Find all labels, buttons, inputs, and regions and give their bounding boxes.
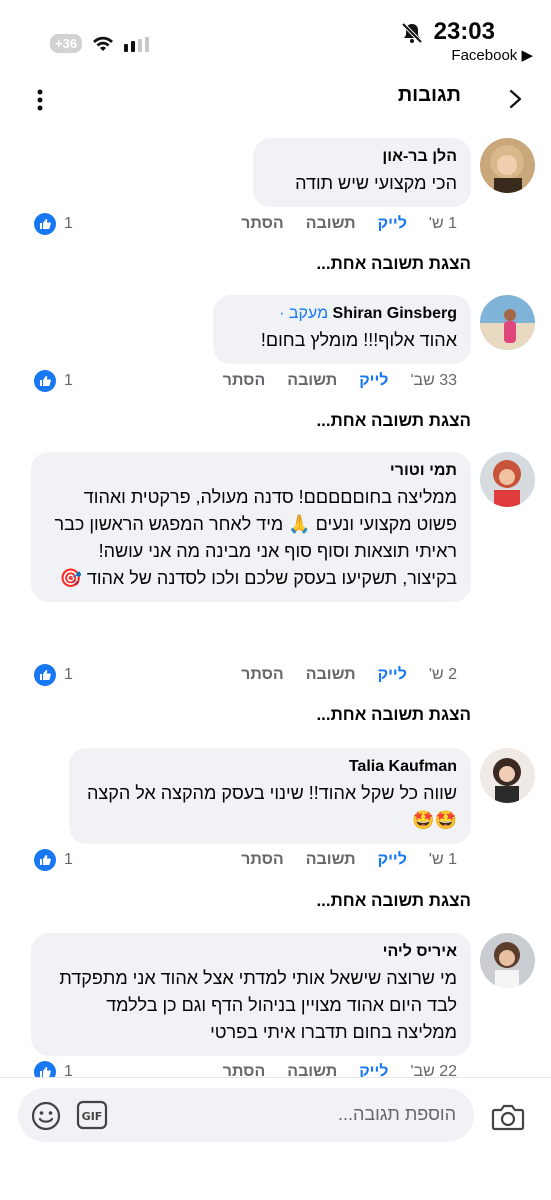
avatar[interactable] — [480, 452, 535, 507]
comment-bubble[interactable]: תמי וטורי ממליצה בחוםםםםם! סדנה מעולה, פ… — [31, 452, 471, 602]
reply-button[interactable]: תשובה — [287, 372, 337, 390]
comment-author[interactable]: הלן בר-און — [267, 147, 457, 167]
battery-indicator: +36 — [50, 34, 83, 53]
comment-author[interactable]: Shiran Ginsberg מעקב · — [227, 304, 457, 324]
reply-button[interactable]: תשובה — [306, 215, 356, 233]
comment-author[interactable]: Talia Kaufman — [83, 757, 457, 777]
avatar[interactable] — [480, 748, 535, 803]
comment-bubble[interactable]: Talia Kaufman שווה כל שקל אהוד!! שינוי ב… — [69, 748, 471, 844]
reaction-count[interactable]: 1 — [34, 213, 73, 235]
comment-actions: 22 שב' לייק תשובה הסתר — [201, 1063, 471, 1078]
like-reaction-icon — [34, 213, 56, 235]
view-replies-link[interactable]: הצגת תשובה אחת... — [316, 891, 471, 911]
status-bar: +36 23:03 Facebook ▶ — [0, 0, 551, 70]
reply-button[interactable]: תשובה — [306, 666, 356, 684]
like-count: 1 — [64, 372, 73, 389]
reaction-count[interactable]: 1 — [34, 1061, 73, 1078]
comment-text: שווה כל שקל אהוד!! שינוי בעסק מהקצה אל ה… — [81, 783, 457, 830]
comment-actions: 1 ש' לייק תשובה הסתר — [219, 851, 471, 869]
like-button[interactable]: לייק — [378, 666, 407, 684]
svg-text:GIF: GIF — [82, 1110, 103, 1123]
clock: 23:03 — [433, 18, 495, 45]
reaction-count[interactable]: 1 — [34, 370, 73, 392]
like-reaction-icon — [34, 1061, 56, 1078]
camera-icon[interactable] — [491, 1102, 525, 1132]
like-button[interactable]: לייק — [359, 1063, 388, 1078]
comment-age: 2 ש' — [428, 666, 457, 683]
hide-button[interactable]: הסתר — [241, 851, 284, 869]
comments-list[interactable]: הלן בר-און הכי מקצועי שיש תודה 1 ש' לייק… — [0, 122, 551, 1078]
avatar[interactable] — [480, 295, 535, 350]
more-options-icon[interactable] — [34, 88, 46, 112]
like-button[interactable]: לייק — [378, 215, 407, 233]
like-count: 1 — [64, 666, 73, 683]
view-replies-link[interactable]: הצגת תשובה אחת... — [316, 411, 471, 431]
comment-author[interactable]: איריס ליהי — [45, 942, 457, 962]
like-button[interactable]: לייק — [378, 851, 407, 869]
like-reaction-icon — [34, 664, 56, 686]
like-reaction-icon — [34, 370, 56, 392]
gif-icon[interactable]: GIF — [76, 1100, 108, 1130]
comment-bubble[interactable]: איריס ליהי מי שרוצה שישאל אותי למדתי אצל… — [31, 933, 471, 1056]
like-reaction-icon — [34, 849, 56, 871]
comment-age: 33 שב' — [410, 372, 457, 389]
comment-actions: 33 שב' לייק תשובה הסתר — [201, 372, 471, 390]
comment-input[interactable]: הוספת תגובה... GIF — [18, 1088, 474, 1142]
like-count: 1 — [64, 215, 73, 232]
mute-bell-icon — [401, 22, 423, 44]
comment-age: 1 ש' — [428, 851, 457, 868]
reaction-count[interactable]: 1 — [34, 849, 73, 871]
status-icons: +36 — [50, 34, 150, 53]
comment-text: הכי מקצועי שיש תודה — [295, 173, 457, 193]
avatar[interactable] — [480, 138, 535, 193]
comment-text: מי שרוצה שישאל אותי למדתי אצל אהוד אני מ… — [54, 968, 457, 1042]
emoji-icon[interactable] — [30, 1100, 62, 1132]
hide-button[interactable]: הסתר — [223, 372, 266, 390]
comment-text: אהוד אלוף!!! מומלץ בחום! — [260, 330, 457, 350]
comment-age: 1 ש' — [428, 215, 457, 232]
reply-button[interactable]: תשובה — [287, 1063, 337, 1078]
back-chevron-icon[interactable] — [503, 88, 525, 110]
hide-button[interactable]: הסתר — [241, 666, 284, 684]
follow-badge[interactable]: מעקב · — [279, 305, 328, 322]
like-count: 1 — [64, 851, 73, 868]
comment-actions: 2 ש' לייק תשובה הסתר — [219, 666, 471, 684]
header: תגובות — [0, 74, 551, 122]
comment-bubble[interactable]: Shiran Ginsberg מעקב · אהוד אלוף!!! מומל… — [213, 295, 471, 364]
avatar[interactable] — [480, 933, 535, 988]
comment-bubble[interactable]: הלן בר-און הכי מקצועי שיש תודה — [253, 138, 471, 207]
comment-composer: הוספת תגובה... GIF — [0, 1077, 551, 1200]
wifi-icon — [93, 36, 114, 51]
comment-actions: 1 ש' לייק תשובה הסתר — [219, 215, 471, 233]
comment-text: ממליצה בחוםםםםם! סדנה מעולה, פרקטית ואהו… — [54, 487, 457, 588]
view-replies-link[interactable]: הצגת תשובה אחת... — [316, 705, 471, 725]
like-count: 1 — [64, 1063, 73, 1078]
page-title: תגובות — [397, 84, 461, 106]
reply-button[interactable]: תשובה — [306, 851, 356, 869]
hide-button[interactable]: הסתר — [223, 1063, 266, 1078]
view-replies-link[interactable]: הצגת תשובה אחת... — [316, 254, 471, 274]
reaction-count[interactable]: 1 — [34, 664, 73, 686]
hide-button[interactable]: הסתר — [241, 215, 284, 233]
like-button[interactable]: לייק — [359, 372, 388, 390]
comment-age: 22 שב' — [410, 1063, 457, 1078]
return-to-app[interactable]: Facebook ▶ — [451, 46, 533, 64]
comment-input-placeholder: הוספת תגובה... — [337, 1104, 456, 1124]
signal-icon — [124, 36, 150, 52]
comment-author[interactable]: תמי וטורי — [45, 461, 457, 481]
